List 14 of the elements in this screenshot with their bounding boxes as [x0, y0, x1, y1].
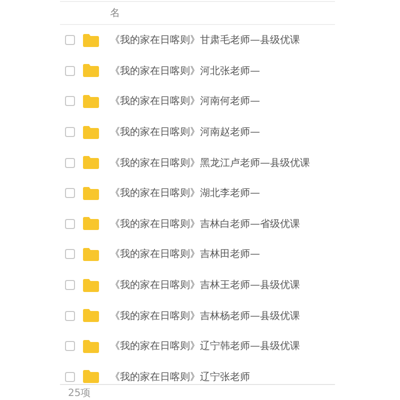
column-header: 名 [110, 7, 120, 20]
file-name[interactable]: 《我的家在日喀则》吉林田老师— [110, 247, 260, 262]
file-name[interactable]: 《我的家在日喀则》河南赵老师— [110, 125, 260, 140]
file-name[interactable]: 《我的家在日喀则》吉林白老师—省级优课 [110, 216, 300, 231]
file-name[interactable]: 《我的家在日喀则》吉林杨老师—县级优课 [110, 308, 300, 323]
file-name[interactable]: 《我的家在日喀则》河北张老师— [110, 64, 260, 78]
file-name[interactable]: 《我的家在日喀则》吉林王老师—县级优课 [110, 278, 300, 292]
file-name[interactable]: 《我的家在日喀则》湖北李老师— [110, 186, 260, 200]
item-count: 25项 [68, 387, 91, 400]
file-name[interactable]: 《我的家在日喀则》河南何老师— [110, 94, 260, 108]
file-name[interactable]: 《我的家在日喀则》辽宁韩老师—县级优课 [110, 339, 300, 354]
file-name[interactable]: 《我的家在日喀则》甘肃毛老师—县级优课 [110, 33, 300, 48]
file-name[interactable]: 《我的家在日喀则》辽宁张老师 [110, 370, 250, 384]
file-name[interactable]: 《我的家在日喀则》黑龙江卢老师—县级优课 [110, 156, 310, 170]
